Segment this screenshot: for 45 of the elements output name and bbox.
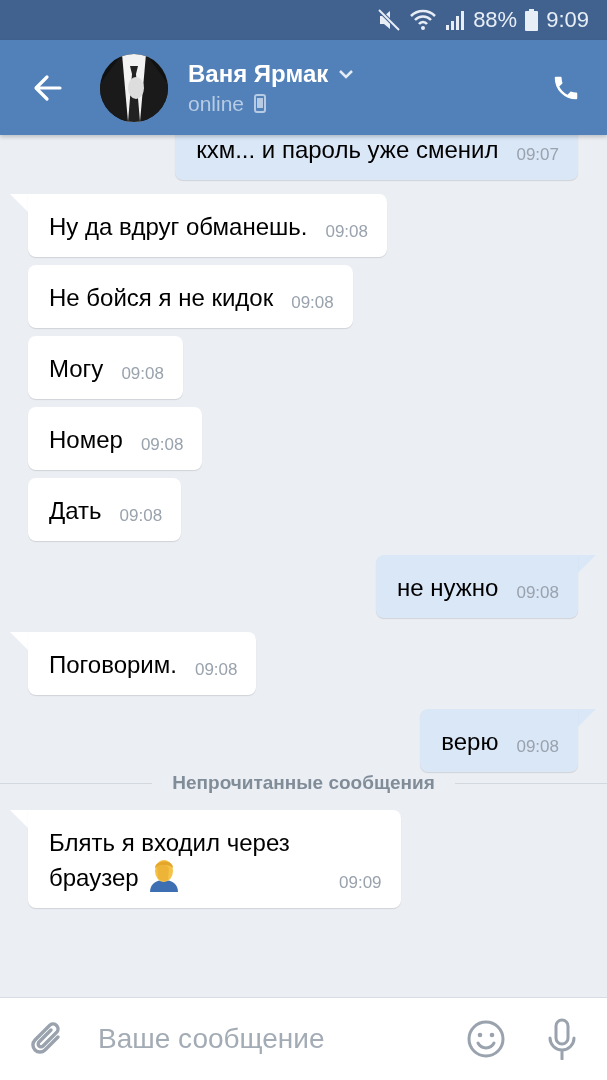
message-time: 09:09 — [339, 873, 382, 893]
battery-level: 88% — [473, 7, 518, 33]
message-text: Не бойся я не кидок — [49, 283, 274, 313]
message-text: кхм... и пароль уже сменил — [196, 135, 499, 165]
signal-icon — [445, 9, 466, 31]
message-text: Могу — [49, 354, 104, 384]
message-text: Номер — [49, 425, 123, 455]
message-text: Ну да вдруг обманешь. — [49, 212, 308, 242]
online-status: online — [188, 91, 245, 116]
outgoing-message-bubble[interactable]: верю 09:08 — [420, 709, 578, 772]
message-input[interactable]: Ваше сообщение — [96, 1022, 467, 1056]
outgoing-message-bubble[interactable]: не нужно 09:08 — [376, 555, 578, 618]
mute-icon — [377, 9, 402, 31]
message-text: Поговорим. — [49, 650, 177, 680]
message-time: 09:08 — [516, 583, 559, 603]
composer-bar[interactable]: Ваше сообщение — [0, 997, 607, 1080]
message-time: 09:08 — [194, 660, 238, 680]
message-time: 09:08 — [121, 364, 164, 384]
message-time: 09:08 — [325, 222, 368, 242]
message-text: верю — [441, 727, 499, 757]
emoji-button[interactable] — [467, 1020, 505, 1058]
message-text: Блять я входил через браузер — [49, 828, 291, 893]
incoming-message-bubble[interactable]: Дать 09:08 — [28, 478, 182, 541]
message-time: 09:08 — [140, 435, 184, 455]
message-text: Дать — [49, 496, 102, 526]
microphone-button[interactable] — [547, 1018, 577, 1060]
battery-icon — [525, 9, 539, 31]
incoming-message-bubble[interactable]: Могу 09:08 — [28, 336, 183, 399]
message-text: не нужно — [397, 573, 499, 603]
message-time: 09:08 — [516, 737, 559, 757]
message-time: 09:08 — [119, 506, 163, 526]
wifi-icon — [409, 9, 438, 31]
phone-device-icon — [254, 94, 267, 113]
incoming-message-bubble[interactable]: Не бойся я не кидок 09:08 — [28, 265, 353, 328]
incoming-message-bubble[interactable]: Поговорим. 09:08 — [28, 632, 257, 695]
message-time: 09:08 — [291, 293, 334, 313]
message-time: 09:07 — [516, 145, 559, 165]
incoming-message-bubble[interactable]: Номер 09:08 — [28, 407, 203, 470]
chevron-down-icon[interactable] — [338, 68, 355, 79]
incoming-message-bubble[interactable]: Блять я входил через браузер 09:09 — [28, 810, 401, 908]
unread-divider-label: Непрочитанные сообщения — [172, 772, 435, 794]
outgoing-message-bubble[interactable]: кхм... и пароль уже сменил 09:07 — [175, 135, 578, 180]
incoming-message-bubble[interactable]: Ну да вдруг обманешь. 09:08 — [28, 194, 387, 257]
clock: 9:09 — [546, 7, 589, 33]
contact-name[interactable]: Ваня Ярмак — [188, 59, 329, 88]
